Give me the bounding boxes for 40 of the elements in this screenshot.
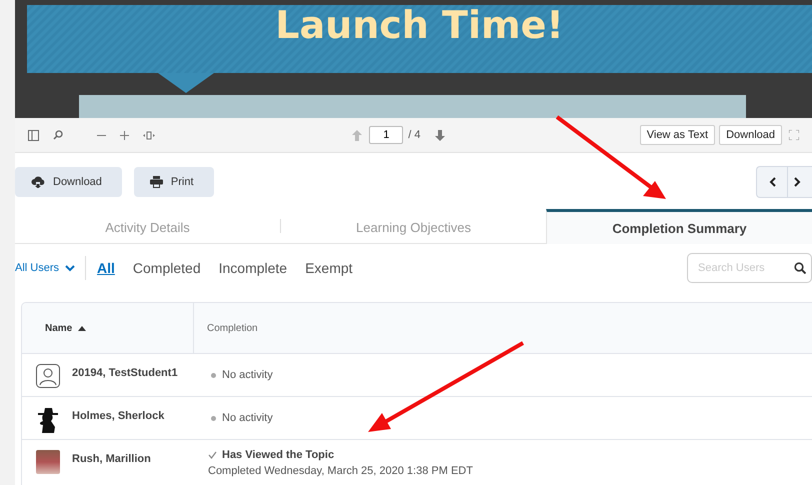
completion-date: Completed Wednesday, March 25, 2020 1:38 PM EDT — [208, 464, 473, 476]
slide-title: Launch Time! — [275, 5, 564, 45]
status-dot-icon — [211, 416, 216, 420]
user-name: 20194, TestStudent1 — [72, 367, 178, 379]
tab[interactable]: Completion Summary — [546, 209, 812, 244]
sort-ascending-icon[interactable] — [78, 326, 86, 330]
user-avatar-icon — [36, 364, 60, 388]
toolbar-button[interactable]: View as Text — [640, 125, 716, 145]
status-dot-icon — [211, 372, 216, 378]
users-dropdown[interactable]: All Users — [15, 256, 86, 280]
chevron-left-icon — [768, 177, 776, 187]
filter-link[interactable]: Incomplete — [218, 260, 288, 276]
sidebar-toggle-icon[interactable] — [28, 130, 39, 140]
search-icon[interactable] — [794, 262, 806, 274]
completion-status: No activity — [222, 369, 273, 381]
fit-page-icon[interactable] — [143, 130, 155, 140]
page-count: / 4 — [408, 129, 420, 141]
download-button[interactable]: Download — [15, 167, 122, 197]
print-button[interactable]: Print — [134, 167, 214, 197]
user-name: Rush, Marillion — [72, 453, 151, 465]
photo-placeholder — [36, 450, 60, 474]
checkmark-icon — [208, 450, 217, 458]
printer-icon — [150, 176, 163, 188]
cloud-download-icon — [31, 176, 45, 188]
silhouette-avatar-icon — [36, 407, 60, 433]
column-header[interactable]: Name — [45, 322, 72, 334]
next-page-icon[interactable] — [435, 130, 446, 140]
completion-status: No activity — [222, 412, 273, 424]
zoom-in-icon[interactable] — [120, 130, 129, 140]
toolbar-button[interactable]: Download — [719, 125, 782, 145]
filter-link[interactable]: All — [96, 260, 116, 276]
fullscreen-icon[interactable] — [789, 130, 800, 140]
filter-link[interactable]: Exempt — [304, 260, 354, 276]
chevron-right-icon — [794, 177, 801, 187]
completion-status: Has Viewed the Topic — [222, 448, 334, 460]
user-name: Holmes, Sherlock — [72, 410, 164, 422]
column-header: Completion — [207, 322, 258, 334]
filter-link[interactable]: Completed — [132, 260, 202, 276]
chevron-down-icon — [65, 264, 76, 272]
page-number-field[interactable]: 1 — [369, 126, 404, 144]
